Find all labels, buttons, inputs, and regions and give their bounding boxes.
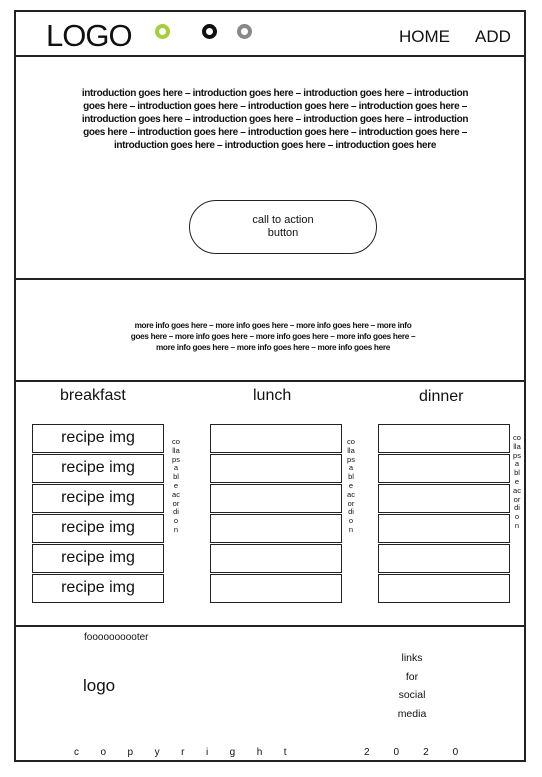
recipe-slot[interactable]: [378, 424, 510, 453]
footer-title: foooooooooter: [84, 632, 149, 643]
social-link[interactable]: links: [386, 649, 438, 668]
social-links: links for social media: [386, 649, 438, 723]
breakfast-title: breakfast: [60, 387, 126, 404]
nav-home[interactable]: HOME: [399, 27, 450, 47]
copyright-text: copyright: [74, 747, 309, 758]
circle-icon[interactable]: [202, 24, 217, 39]
recipe-label: recipe img: [61, 429, 135, 447]
recipe-image[interactable]: recipe img: [32, 574, 164, 603]
more-info-section: more info goes here – more info goes her…: [16, 280, 524, 382]
circle-icon[interactable]: [155, 24, 170, 39]
recipe-slot[interactable]: [210, 574, 342, 603]
recipe-slot[interactable]: [210, 514, 342, 543]
recipe-slot[interactable]: [210, 484, 342, 513]
recipe-slot[interactable]: [210, 424, 342, 453]
social-link[interactable]: media: [386, 705, 438, 724]
lunch-column: [210, 424, 342, 604]
recipe-slot[interactable]: [378, 484, 510, 513]
footer-logo[interactable]: logo: [83, 676, 115, 696]
call-to-action-button[interactable]: call to action button: [189, 200, 377, 254]
dinner-column: [378, 424, 510, 604]
recipe-slot[interactable]: [378, 544, 510, 573]
recipe-label: recipe img: [61, 489, 135, 507]
recipe-slot[interactable]: [378, 454, 510, 483]
recipe-image[interactable]: recipe img: [32, 484, 164, 513]
recipe-slot[interactable]: [210, 544, 342, 573]
social-link[interactable]: for: [386, 668, 438, 687]
copyright-year: 2020: [364, 747, 483, 758]
footer: foooooooooter logo links for social medi…: [16, 627, 524, 762]
recipe-image[interactable]: recipe img: [32, 454, 164, 483]
site-logo[interactable]: LOGO: [46, 18, 133, 54]
recipe-image[interactable]: recipe img: [32, 514, 164, 543]
dinner-title: dinner: [419, 388, 464, 405]
dinner-accordion-label[interactable]: collapsable acordion: [513, 433, 521, 531]
intro-text: introduction goes here – introduction go…: [81, 88, 469, 151]
recipe-label: recipe img: [61, 459, 135, 477]
intro-section: introduction goes here – introduction go…: [16, 57, 524, 280]
recipe-slot[interactable]: [210, 454, 342, 483]
lunch-accordion-label[interactable]: collapsable acordion: [347, 437, 355, 535]
cta-label: call to action button: [252, 214, 314, 239]
recipe-image[interactable]: recipe img: [32, 544, 164, 573]
recipe-image[interactable]: recipe img: [32, 424, 164, 453]
more-info-text: more info goes here – more info goes her…: [130, 321, 416, 352]
recipe-label: recipe img: [61, 519, 135, 537]
breakfast-accordion-label[interactable]: collapsable acordion: [172, 437, 180, 535]
circle-icon[interactable]: [237, 24, 252, 39]
recipe-slot[interactable]: [378, 514, 510, 543]
meals-section: breakfast lunch dinner recipe img recipe…: [16, 382, 524, 627]
header: LOGO HOME ADD: [16, 12, 524, 57]
recipe-label: recipe img: [61, 549, 135, 567]
breakfast-column: recipe img recipe img recipe img recipe …: [32, 424, 164, 604]
social-link[interactable]: social: [386, 686, 438, 705]
lunch-title: lunch: [253, 387, 292, 404]
nav-add[interactable]: ADD: [475, 27, 511, 47]
recipe-label: recipe img: [61, 579, 135, 597]
recipe-slot[interactable]: [378, 574, 510, 603]
page-frame: LOGO HOME ADD introduction goes here – i…: [14, 10, 526, 762]
